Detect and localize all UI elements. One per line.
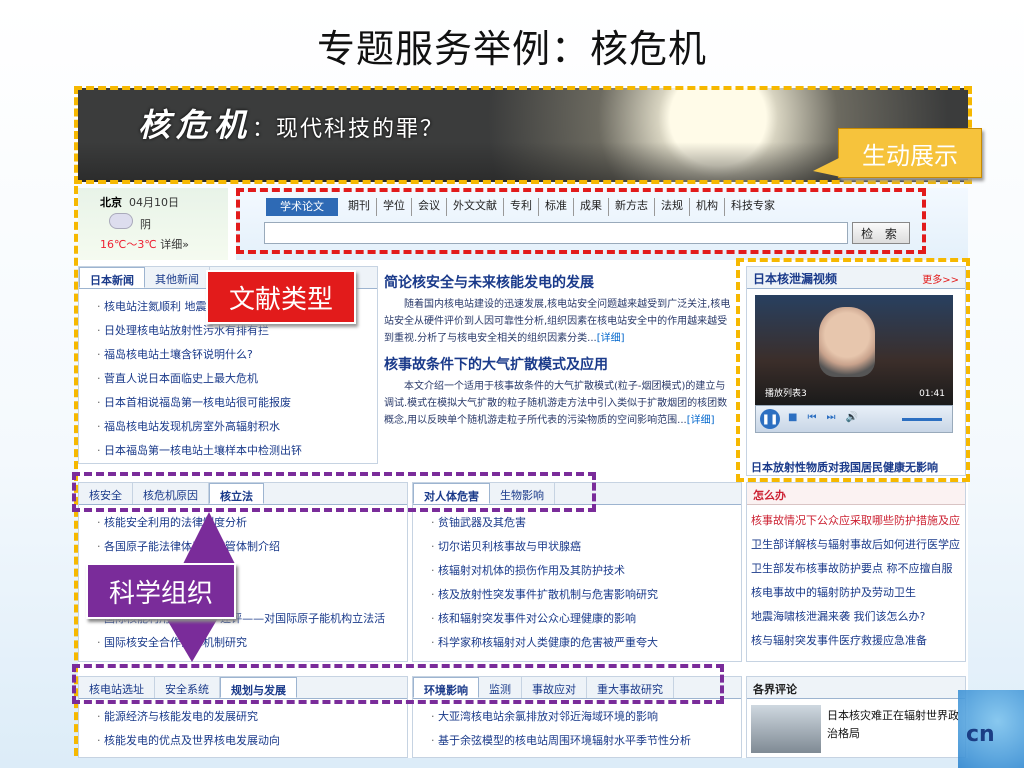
list-item[interactable]: 卫生部发布核事故防护要点 称不应擅自服 — [751, 557, 965, 581]
list-item[interactable]: 科学家称核辐射对人类健康的危害被严重夸大 — [431, 631, 741, 655]
weather-date: 04月10日 — [129, 196, 179, 209]
plan-list: 能源经济与核能发电的发展研究 核能发电的优点及世界核电发展动向 — [79, 699, 407, 753]
list-item[interactable]: 菅直人说日本面临史上最大危机 — [97, 367, 377, 391]
comment-image — [751, 705, 821, 753]
plan-tabs-highlight-box — [72, 664, 724, 704]
comment-header: 各界评论 — [747, 677, 965, 699]
tab-japan-news[interactable]: 日本新闻 — [79, 267, 145, 288]
what-to-do-panel: 怎么办 核事故情况下公众应采取哪些防护措施及应 卫生部详解核与辐射事故后如何进行… — [746, 482, 966, 662]
list-item[interactable]: 日本福岛第一核电站土壤样本中检测出钚 — [97, 439, 377, 463]
list-item[interactable]: 大亚湾核电站余氯排放对邻近海域环境的影响 — [431, 705, 741, 729]
article-detail-link[interactable]: [详细] — [687, 415, 715, 426]
list-item[interactable]: 福岛核电站土壤含钚说明什么? — [97, 343, 377, 367]
article-abstract-text: 本文介绍一个适用于核事故条件的大气扩散模式(粒子-烟团模式)的建立与调试.模式在… — [384, 381, 728, 426]
list-item[interactable]: 核与辐射突发事件医疗救援应急准备 — [751, 629, 965, 653]
video-highlight-box — [736, 258, 970, 482]
list-item[interactable]: 能源经济与核能发电的发展研究 — [97, 705, 407, 729]
cloud-icon — [110, 214, 132, 228]
slide-title: 专题服务举例：核危机 — [316, 27, 707, 71]
weather-temp: 16℃～3℃ — [100, 238, 157, 251]
weather-city: 北京 — [100, 196, 122, 209]
tab-other-news[interactable]: 其他新闻 — [145, 267, 210, 288]
arrow-up-icon — [183, 512, 235, 564]
article-title[interactable]: 核事故条件下的大气扩散模式及应用 — [384, 354, 740, 374]
search-highlight-box — [236, 188, 926, 254]
article-title[interactable]: 简论核安全与未来核能发电的发展 — [384, 272, 740, 292]
list-item[interactable]: 核能发电的优点及世界核电发展动向 — [97, 729, 407, 753]
law-tabs-highlight-box — [72, 472, 596, 512]
list-item[interactable]: 国际核安全合作法律机制研究 — [97, 631, 407, 655]
weather-detail-link[interactable]: 详细» — [160, 238, 189, 251]
list-item[interactable]: 核能安全利用的法律制度分析 — [97, 511, 407, 535]
list-item[interactable]: 核电事故中的辐射防护及劳动卫生 — [751, 581, 965, 605]
list-item[interactable]: 切尔诺贝利核事故与甲状腺癌 — [431, 535, 741, 559]
article-abstract-text: 随着国内核电站建设的迅速发展,核电站安全问题越来越受到广泛关注,核电站安全从硬件… — [384, 299, 731, 344]
list-item[interactable]: 核及放射性突发事件扩散机制与危害影响研究 — [431, 583, 741, 607]
corner-logo-text: cn — [966, 722, 995, 747]
list-item[interactable]: 核和辐射突发事件对公众心理健康的影响 — [431, 607, 741, 631]
science-org-callout: 科学组织 — [86, 563, 236, 619]
list-item[interactable]: 卫生部详解核与辐射事故后如何进行医学应 — [751, 533, 965, 557]
list-item[interactable]: 日本首相说福岛第一核电站很可能报废 — [97, 391, 377, 415]
list-item[interactable]: 各国原子能法律体系及监管体制介绍 — [97, 535, 407, 559]
vivid-display-callout: 生动展示 — [813, 128, 982, 178]
list-item[interactable]: 地震海啸核泄漏来袭 我们该怎么办? — [751, 605, 965, 629]
list-item[interactable]: 贫铀武器及其危害 — [431, 511, 741, 535]
weather-condition: 阴 — [140, 218, 151, 231]
list-item[interactable]: 核辐射对机体的损伤作用及其防护技术 — [431, 559, 741, 583]
article-detail-link[interactable]: [详细] — [597, 333, 625, 344]
harm-list: 贫铀武器及其危害 切尔诺贝利核事故与甲状腺癌 核辐射对机体的损伤作用及其防护技术… — [413, 505, 741, 655]
article-panel: 简论核安全与未来核能发电的发展 随着国内核电站建设的迅速发展,核电站安全问题越来… — [378, 266, 740, 464]
list-item[interactable]: 福岛核电站发现机房室外高辐射积水 — [97, 415, 377, 439]
comment-panel: 各界评论 日本核灾难正在辐射世界政治格局 — [746, 676, 966, 758]
weather-widget: 北京 04月10日 阴 16℃～3℃ 详细» — [78, 188, 228, 260]
what-to-do-list: 核事故情况下公众应采取哪些防护措施及应 卫生部详解核与辐射事故后如何进行医学应 … — [747, 505, 965, 653]
article-abstract: 随着国内核电站建设的迅速发展,核电站安全问题越来越受到广泛关注,核电站安全从硬件… — [378, 296, 740, 348]
comment-link[interactable]: 日本核灾难正在辐射世界政治格局 — [827, 707, 967, 743]
env-list: 大亚湾核电站余氯排放对邻近海域环境的影响 基于余弦模型的核电站周围环境辐射水平季… — [413, 699, 741, 753]
list-item[interactable]: 基于余弦模型的核电站周围环境辐射水平季节性分析 — [431, 729, 741, 753]
what-to-do-header: 怎么办 — [747, 483, 965, 505]
literature-type-callout: 文献类型 — [206, 270, 356, 324]
arrow-down-icon — [166, 618, 218, 662]
article-abstract: 本文介绍一个适用于核事故条件的大气扩散模式(粒子-烟团模式)的建立与调试.模式在… — [378, 378, 740, 430]
list-item[interactable]: 核事故情况下公众应采取哪些防护措施及应 — [751, 509, 965, 533]
